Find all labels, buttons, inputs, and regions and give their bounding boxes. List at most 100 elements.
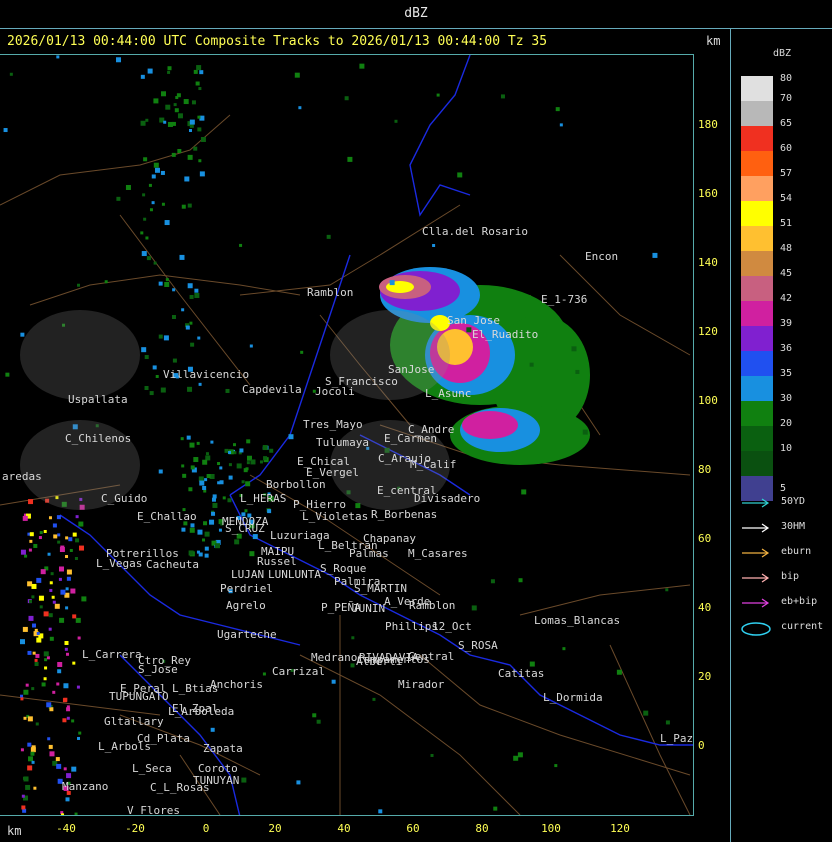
- place-label: Perdriel: [220, 582, 273, 595]
- place-label: M_Calif: [410, 458, 457, 471]
- place-label: Tres_Mayo: [303, 418, 363, 431]
- legend-swatch-label: 45: [780, 268, 793, 279]
- legend-swatch: [741, 326, 773, 351]
- legend-swatch-label: 5: [780, 483, 787, 494]
- place-label: Russel: [257, 555, 297, 568]
- place-label: Uspallata: [68, 393, 128, 406]
- place-label: L_Dormida: [543, 691, 603, 704]
- arrow-icon: [742, 548, 770, 558]
- place-label: V_Flores: [127, 804, 180, 816]
- place-label: M_Casares: [408, 547, 468, 560]
- place-label: C_Chilenos: [65, 432, 132, 445]
- arrow-icon: [742, 523, 770, 533]
- place-label: Gltallary: [104, 715, 164, 728]
- place-label: L_Asunc: [425, 387, 472, 400]
- y-axis-unit: km: [706, 34, 721, 48]
- place-label: Divisadero: [414, 492, 481, 505]
- place-label: Medrano: [311, 651, 358, 664]
- track-legend-label: current: [781, 621, 824, 632]
- legend-swatch: [741, 301, 773, 326]
- place-label: Anchoris: [210, 678, 263, 691]
- legend-panel: dBZ 80 70 65 60 57 54 51 48 45 42 39 36 35 30 20 10 5 50…: [730, 28, 832, 842]
- place-label: Zapata: [203, 742, 243, 755]
- place-label: E_1-736: [541, 293, 588, 306]
- track-legend-label: bip: [781, 571, 800, 582]
- place-label: L_Violetas: [302, 510, 369, 523]
- track-legend-item: eb+bip: [739, 596, 832, 610]
- legend-swatch: [741, 176, 773, 201]
- legend-swatch-label: 39: [780, 318, 793, 329]
- place-label: L_Seca: [132, 762, 172, 775]
- place-label: S_ROSA: [458, 639, 498, 652]
- y-tick-label: 0: [698, 739, 705, 752]
- track-legend-item: current: [739, 621, 832, 636]
- place-label: Clla.del Rosario: [422, 225, 528, 238]
- y-tick-label: 140: [698, 256, 718, 269]
- place-label: S_Roque: [320, 562, 367, 575]
- legend-swatch-label: 36: [780, 343, 793, 354]
- place-label: L_Paz: [660, 732, 694, 745]
- legend-swatch: [741, 201, 773, 226]
- place-label: Ugarteche: [217, 628, 277, 641]
- legend-title: dBZ: [773, 48, 792, 59]
- place-label: 12_Oct: [432, 620, 472, 633]
- title-divider: [0, 28, 832, 29]
- place-label: TUPUNGATO: [109, 690, 169, 703]
- track-legend-item: 50YD: [739, 496, 832, 510]
- legend-swatch: [741, 401, 773, 426]
- y-tick-label: 180: [698, 118, 718, 131]
- map-subtitle: 2026/01/13 00:44:00 UTC Composite Tracks…: [7, 34, 548, 49]
- legend-swatch: [741, 126, 773, 151]
- place-label: C_L_Rosas: [150, 781, 210, 794]
- place-label: L_Arboleda: [168, 705, 235, 718]
- watermark-layer: [20, 310, 450, 510]
- track-legend-label: 50YD: [781, 496, 806, 507]
- track-legend-label: 30HM: [781, 521, 806, 532]
- track-legend-item: eburn: [739, 546, 832, 560]
- track-legend-item: 30HM: [739, 521, 832, 535]
- legend-swatch: [741, 351, 773, 376]
- legend-swatch-label: 30: [780, 393, 793, 404]
- ellipse-icon: [741, 622, 771, 636]
- x-tick-label: -20: [125, 822, 145, 835]
- legend-swatch: [741, 426, 773, 451]
- y-tick-label: 60: [698, 532, 712, 545]
- place-label: Agrelo: [226, 599, 266, 612]
- track-legend-label: eb+bip: [781, 596, 818, 607]
- place-label: E_Carmen: [384, 432, 437, 445]
- legend-swatch-label: 54: [780, 193, 793, 204]
- arrow-icon: [742, 573, 770, 583]
- radar-map[interactable]: Clla.del Rosario Encon E_1-736 Ramblon San J…: [0, 54, 694, 816]
- place-label: JUNIN: [352, 602, 386, 615]
- legend-swatch: [741, 451, 773, 476]
- place-label: Jocoli: [315, 385, 355, 398]
- place-label: Encon: [585, 250, 619, 263]
- place-label: Ramblon: [307, 286, 354, 299]
- place-label: S_CRUZ: [225, 522, 265, 535]
- place-label: Capdevila: [242, 383, 302, 396]
- x-tick-label: -40: [56, 822, 76, 835]
- x-tick-label: 100: [541, 822, 561, 835]
- legend-swatch-label: 35: [780, 368, 793, 379]
- place-label: Catitas: [498, 667, 545, 680]
- x-tick-label: 60: [406, 822, 420, 835]
- track-legend-item: bip: [739, 571, 832, 585]
- arrow-icon: [742, 498, 770, 508]
- legend-swatch: [741, 101, 773, 126]
- place-label: Manzano: [62, 780, 109, 793]
- legend-swatch: [741, 151, 773, 176]
- legend-swatch-label: 65: [780, 118, 793, 129]
- place-label: aredas: [2, 470, 42, 483]
- x-tick-label: 40: [337, 822, 351, 835]
- legend-swatch: [741, 226, 773, 251]
- place-label: Villavicencio: [163, 368, 250, 381]
- place-label: Tulumaya: [316, 436, 369, 449]
- place-label: LUNLUNTA: [268, 568, 321, 581]
- x-axis-unit: km: [7, 824, 22, 838]
- window-title: dBZ: [404, 6, 428, 21]
- legend-swatch-label: 48: [780, 243, 793, 254]
- place-label: Borbollon: [266, 478, 326, 491]
- x-tick-label: 20: [268, 822, 282, 835]
- place-label: E_Challao: [137, 510, 197, 523]
- title-bar: dBZ: [0, 0, 832, 28]
